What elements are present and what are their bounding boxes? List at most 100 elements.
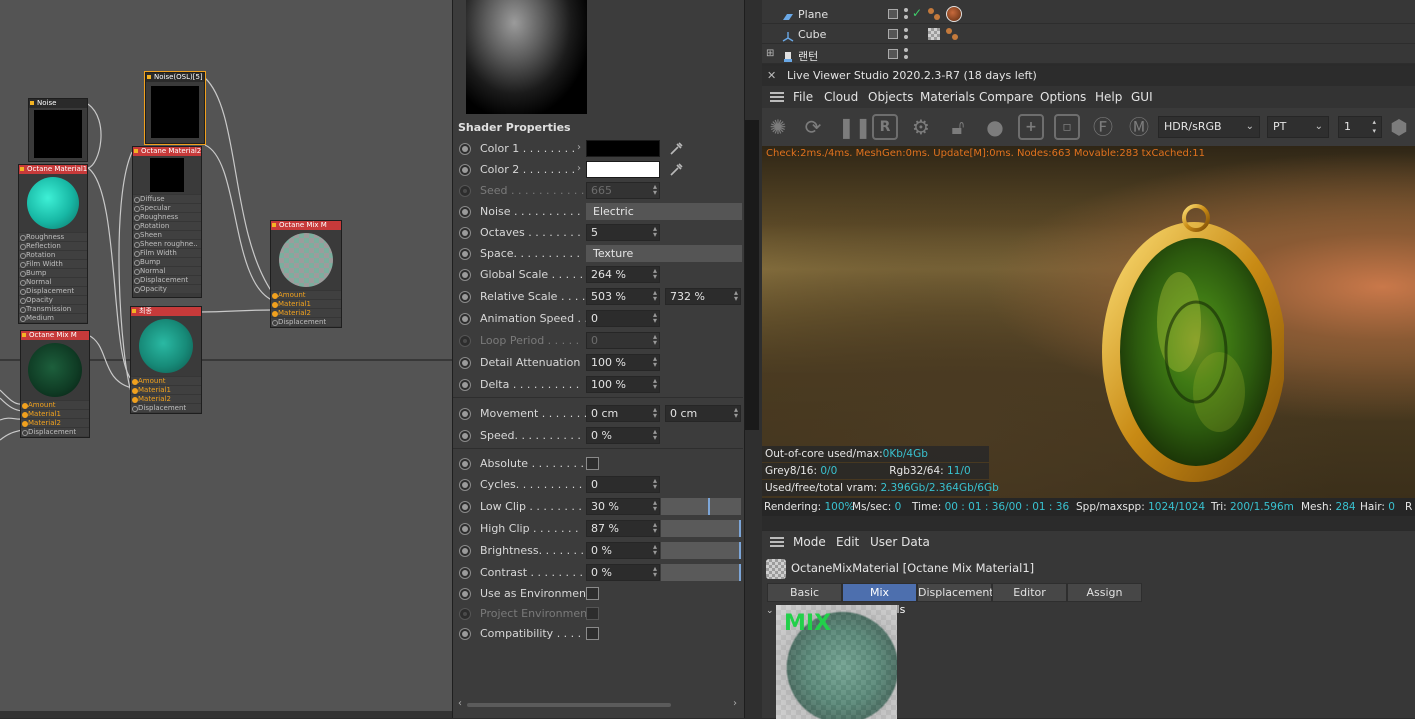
animate-radio[interactable] bbox=[459, 227, 471, 239]
send-scene-icon[interactable]: ✺ bbox=[765, 114, 791, 140]
node-port[interactable]: Film Width bbox=[19, 259, 87, 268]
hexagon-icon[interactable]: ⬢ bbox=[1386, 114, 1412, 140]
region-render-icon[interactable]: R bbox=[872, 114, 898, 140]
animate-radio[interactable] bbox=[459, 458, 471, 470]
node-editor[interactable]: Noise Noise(OSL)[5] Octane Material1 Rou… bbox=[0, 0, 452, 718]
node-octane-material1[interactable]: Octane Material1 Roughness Reflection Ro… bbox=[18, 164, 88, 324]
node-port[interactable]: Normal bbox=[133, 266, 201, 275]
node-port[interactable]: Normal bbox=[19, 277, 87, 286]
menu-gui[interactable]: GUI bbox=[1131, 90, 1153, 104]
menu-mode[interactable]: Mode bbox=[793, 535, 826, 549]
node-port[interactable]: Displacement bbox=[271, 317, 341, 326]
node-port[interactable]: Sheen bbox=[133, 230, 201, 239]
slider-handle[interactable] bbox=[739, 520, 741, 537]
tab-basic[interactable]: Basic bbox=[767, 583, 842, 602]
slider-handle[interactable] bbox=[708, 498, 710, 515]
material-tag-icon[interactable] bbox=[934, 14, 940, 20]
object-name[interactable]: Cube bbox=[798, 28, 826, 41]
add-region-icon[interactable]: + bbox=[1018, 114, 1044, 140]
node-port[interactable]: Material1 bbox=[131, 385, 201, 394]
animate-radio[interactable] bbox=[459, 357, 471, 369]
node-port[interactable]: Sheen roughne.. bbox=[133, 239, 201, 248]
high-clip-field[interactable]: 87 % ▴ ▾ bbox=[586, 520, 660, 537]
animate-radio[interactable] bbox=[459, 408, 471, 420]
material-tag-icon[interactable] bbox=[946, 28, 952, 34]
node-port[interactable]: Rotation bbox=[19, 250, 87, 259]
material-tag-icon[interactable] bbox=[946, 6, 962, 22]
tab-assign[interactable]: Assign bbox=[1067, 583, 1142, 602]
render-view[interactable]: Check:2ms./4ms. MeshGen:0ms. Update[M]:0… bbox=[762, 146, 1415, 498]
node-port[interactable]: Reflection bbox=[19, 241, 87, 250]
delta-field[interactable]: 100 % ▴ ▾ bbox=[586, 376, 660, 393]
node-port[interactable]: Roughness bbox=[133, 212, 201, 221]
cycles-field[interactable]: 0 ▴ ▾ bbox=[586, 476, 660, 493]
relative-scale-x-field[interactable]: 503 % ▴ ▾ bbox=[586, 288, 660, 305]
material-preview[interactable]: MIX bbox=[776, 605, 897, 719]
animate-radio[interactable] bbox=[459, 501, 471, 513]
node-port[interactable]: Material2 bbox=[131, 394, 201, 403]
node-port[interactable]: Material1 bbox=[271, 299, 341, 308]
layer-toggle[interactable] bbox=[888, 49, 898, 59]
node-port[interactable]: Specular bbox=[133, 203, 201, 212]
chevron-right-icon[interactable]: › bbox=[577, 142, 581, 153]
detail-attenuation-field[interactable]: 100 % ▴ ▾ bbox=[586, 354, 660, 371]
menu-objects[interactable]: Objects bbox=[868, 90, 913, 104]
animate-radio[interactable] bbox=[459, 479, 471, 491]
node-port[interactable]: Opacity bbox=[19, 295, 87, 304]
contrast-field[interactable]: 0 % ▴ ▾ bbox=[586, 564, 660, 581]
node-port[interactable]: Displacement bbox=[131, 403, 201, 412]
chevron-left-icon[interactable]: ‹ bbox=[458, 698, 462, 709]
restart-icon[interactable]: ⟳ bbox=[800, 114, 826, 140]
object-name[interactable]: 랜턴 bbox=[798, 48, 818, 64]
animate-radio[interactable] bbox=[459, 248, 471, 260]
contrast-slider[interactable] bbox=[661, 564, 741, 581]
low-clip-slider[interactable] bbox=[661, 498, 741, 515]
menu-materials[interactable]: Materials bbox=[920, 90, 975, 104]
expand-icon[interactable]: ⊞ bbox=[766, 48, 774, 59]
visibility-dots[interactable] bbox=[904, 8, 908, 20]
animate-radio[interactable] bbox=[459, 269, 471, 281]
node-octane-material2[interactable]: Octane Material2 Diffuse Specular Roughn… bbox=[132, 146, 202, 298]
menu-options[interactable]: Options bbox=[1040, 90, 1086, 104]
animate-radio[interactable] bbox=[459, 430, 471, 442]
node-port[interactable]: Material2 bbox=[271, 308, 341, 317]
visibility-dots[interactable] bbox=[904, 48, 908, 60]
material-tag-icon[interactable] bbox=[952, 34, 958, 40]
material-ball-icon[interactable]: ● bbox=[982, 114, 1008, 140]
tab-editor[interactable]: Editor bbox=[992, 583, 1067, 602]
node-port[interactable]: Displacement bbox=[133, 275, 201, 284]
absolute-checkbox[interactable] bbox=[586, 457, 599, 470]
region-icon[interactable]: ▫ bbox=[1054, 114, 1080, 140]
noise-dropdown[interactable]: Electric bbox=[586, 203, 742, 220]
global-scale-field[interactable]: 264 % ▴ ▾ bbox=[586, 266, 660, 283]
node-port[interactable]: Rotation bbox=[133, 221, 201, 230]
use-as-environment-checkbox[interactable] bbox=[586, 587, 599, 600]
node-port[interactable]: Film Width bbox=[133, 248, 201, 257]
settings-gear-icon[interactable]: ⚙ bbox=[908, 114, 934, 140]
node-port[interactable]: Material1 bbox=[21, 409, 89, 418]
node-port[interactable]: Roughness bbox=[19, 232, 87, 241]
hamburger-icon[interactable] bbox=[770, 537, 784, 547]
material-pick-icon[interactable]: Ⓜ bbox=[1126, 114, 1152, 140]
movement-x-field[interactable]: 0 cm ▴ ▾ bbox=[586, 405, 660, 422]
space-dropdown[interactable]: Texture bbox=[586, 245, 742, 262]
animate-radio[interactable] bbox=[459, 545, 471, 557]
chevron-right-icon[interactable]: › bbox=[733, 698, 737, 709]
node-final[interactable]: 최종 Amount Material1 Material2 Displaceme… bbox=[130, 306, 202, 414]
eyedropper-icon[interactable] bbox=[668, 161, 684, 178]
menu-file[interactable]: File bbox=[793, 90, 813, 104]
animate-radio[interactable] bbox=[459, 291, 471, 303]
object-row-plane[interactable]: Plane ✓ bbox=[762, 4, 1415, 24]
focus-pick-icon[interactable]: Ⓕ bbox=[1090, 114, 1116, 140]
menu-user-data[interactable]: User Data bbox=[870, 535, 930, 549]
chevron-right-icon[interactable]: › bbox=[577, 163, 581, 174]
node-port[interactable]: Bump bbox=[133, 257, 201, 266]
node-port[interactable]: Bump bbox=[19, 268, 87, 277]
animate-radio[interactable] bbox=[459, 588, 471, 600]
node-port[interactable]: Opacity bbox=[133, 284, 201, 293]
animate-radio[interactable] bbox=[459, 379, 471, 391]
chevron-down-icon[interactable]: ⌄ bbox=[766, 606, 774, 616]
node-octane-mix-left[interactable]: Octane Mix M Amount Material1 Material2 … bbox=[20, 330, 90, 438]
slider-handle[interactable] bbox=[739, 542, 741, 559]
material-tag-icon[interactable] bbox=[928, 8, 934, 14]
